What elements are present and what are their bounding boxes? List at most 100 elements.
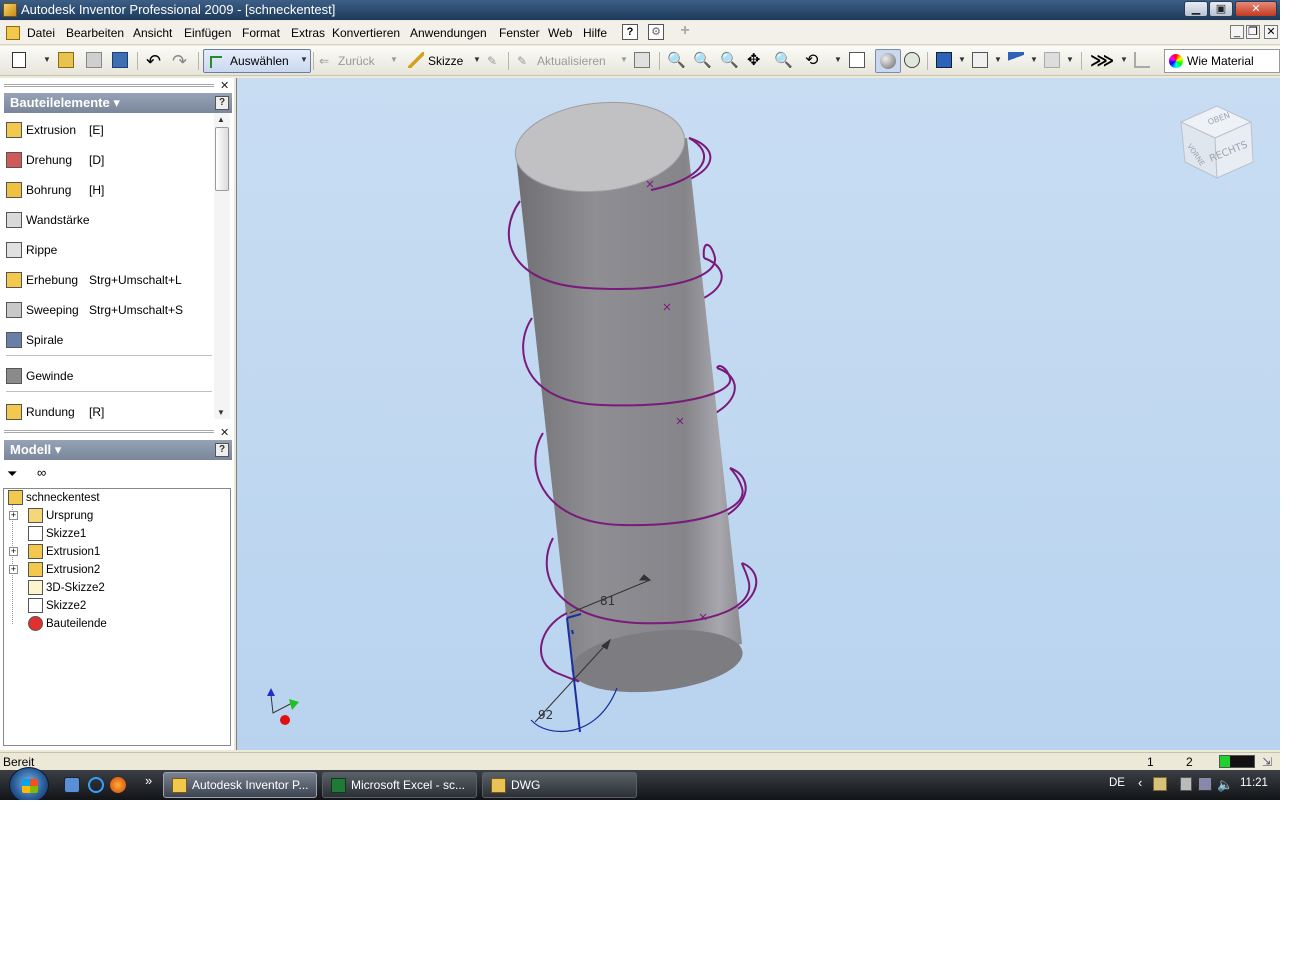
firefox-icon[interactable] xyxy=(110,777,126,793)
zoom-all-icon[interactable]: 🔍 xyxy=(667,51,686,71)
zoom-selected-icon[interactable]: 🔍 xyxy=(774,51,793,71)
quicklaunch-more-icon[interactable]: » xyxy=(145,773,152,788)
model-help-icon[interactable]: ? xyxy=(215,443,229,457)
orbit-dropdown-icon[interactable]: ▼ xyxy=(834,55,842,64)
menu-hilfe[interactable]: Hilfe xyxy=(583,26,607,40)
menu-anwendungen[interactable]: Anwendungen xyxy=(410,26,487,40)
features-panel-title[interactable]: Bauteilelemente ▾ xyxy=(10,95,120,110)
redo-icon[interactable]: ↷ xyxy=(172,51,187,71)
task-excel[interactable]: Microsoft Excel - sc... xyxy=(322,772,477,798)
select-label[interactable]: Auswählen xyxy=(230,51,289,71)
section-dropdown-icon[interactable]: ▼ xyxy=(1030,55,1038,64)
orbit-icon[interactable]: ⟲ xyxy=(805,51,818,71)
close-button[interactable]: ✕ xyxy=(1235,1,1277,17)
sketch-label[interactable]: Skizze xyxy=(428,51,463,71)
select-dropdown-icon[interactable]: ▼ xyxy=(300,55,308,64)
back-dropdown-icon[interactable]: ▼ xyxy=(390,55,398,64)
update-label[interactable]: Aktualisieren xyxy=(537,51,606,71)
doc-restore-button[interactable]: ❐ xyxy=(1246,25,1260,39)
network-icon[interactable] xyxy=(1198,777,1212,791)
help-icon[interactable]: ? xyxy=(622,24,638,40)
scrollbar-thumb[interactable] xyxy=(215,127,229,191)
material-select[interactable]: Wie Material xyxy=(1164,49,1280,73)
zoom-window-icon[interactable]: 🔍 xyxy=(693,51,712,71)
new-dropdown-icon[interactable]: ▼ xyxy=(43,55,51,64)
expand-icon[interactable]: + xyxy=(9,547,18,556)
open-folder-icon[interactable] xyxy=(58,51,77,71)
camera-dropdown-icon[interactable]: ▼ xyxy=(958,55,966,64)
return-icon[interactable]: ✎ xyxy=(487,51,497,71)
doc-close-button[interactable]: ✕ xyxy=(1264,25,1278,39)
model-panel-grip[interactable] xyxy=(4,430,214,433)
minimize-button[interactable]: ▁ xyxy=(1184,1,1208,17)
menu-einfuegen[interactable]: Einfügen xyxy=(184,26,231,40)
internet-explorer-icon[interactable] xyxy=(88,777,104,793)
task-dwg-folder[interactable]: DWG xyxy=(482,772,637,798)
model-panel-close-icon[interactable]: ✕ xyxy=(220,426,229,439)
tray-expand-icon[interactable]: ‹ xyxy=(1138,775,1142,790)
back-label[interactable]: Zurück xyxy=(338,51,375,71)
model-panel-title[interactable]: Modell ▾ xyxy=(10,442,61,457)
show-desktop-icon[interactable] xyxy=(64,777,80,793)
document-icon[interactable] xyxy=(6,26,20,40)
update-dropdown-icon[interactable]: ▼ xyxy=(620,55,628,64)
zoom-icon[interactable]: 🔍 xyxy=(720,51,739,71)
menu-datei[interactable]: Datei xyxy=(27,26,55,40)
maximize-button[interactable]: ▣ xyxy=(1209,1,1233,17)
clock[interactable]: 11:21 xyxy=(1240,777,1268,789)
shaded-display-icon[interactable] xyxy=(875,49,901,73)
flat-pattern-icon[interactable] xyxy=(1134,51,1153,71)
features-panel-header[interactable]: Bauteilelemente ▾ ? xyxy=(4,93,232,113)
shadow-dropdown-icon[interactable]: ▼ xyxy=(994,55,1002,64)
tray-device-icon[interactable] xyxy=(1180,777,1192,791)
menu-konvertieren[interactable]: Konvertieren xyxy=(332,26,400,40)
cylinder-body[interactable] xyxy=(511,94,746,699)
expand-icon[interactable]: + xyxy=(9,511,18,520)
filter-icon[interactable]: ⏷ xyxy=(7,466,17,482)
features-help-icon[interactable]: ? xyxy=(215,96,229,110)
add-icon[interactable]: + xyxy=(677,23,693,40)
features-panel-close-icon[interactable]: ✕ xyxy=(220,79,229,92)
menu-ansicht[interactable]: Ansicht xyxy=(133,26,172,40)
undo-icon[interactable]: ↶ xyxy=(146,51,161,71)
menu-web[interactable]: Web xyxy=(548,26,572,40)
sheet-dropdown-icon[interactable]: ▼ xyxy=(1120,55,1128,64)
features-scrollbar[interactable]: ▲ ▼ xyxy=(214,113,230,419)
model-panel-header[interactable]: Modell ▾ ? xyxy=(4,440,232,460)
task-inventor[interactable]: Autodesk Inventor P... xyxy=(163,772,317,798)
menu-format[interactable]: Format xyxy=(242,26,280,40)
menu-fenster[interactable]: Fenster xyxy=(499,26,540,40)
expand-icon[interactable]: + xyxy=(9,565,18,574)
scroll-down-icon[interactable]: ▼ xyxy=(217,408,225,417)
menu-extras[interactable]: Extras xyxy=(291,26,325,40)
scroll-up-icon[interactable]: ▲ xyxy=(217,115,225,124)
section-view-icon[interactable] xyxy=(1008,51,1027,71)
hidden-edge-display-icon[interactable] xyxy=(904,51,923,71)
features-panel-grip[interactable] xyxy=(4,84,214,87)
resize-grip-icon[interactable]: ⇲ xyxy=(1262,753,1272,771)
perspective-camera-icon[interactable] xyxy=(936,51,955,71)
look-at-icon[interactable] xyxy=(849,51,868,71)
project-icon[interactable] xyxy=(86,51,105,71)
save-icon[interactable] xyxy=(112,51,131,71)
sheet-metal-icon[interactable]: ⋙ xyxy=(1090,51,1114,71)
new-file-icon[interactable] xyxy=(12,51,29,71)
dimension-81[interactable]: 81 xyxy=(600,594,615,608)
design-doctor-icon[interactable] xyxy=(1044,51,1063,71)
start-button[interactable] xyxy=(9,767,49,800)
viewcube[interactable]: OBEN VORNE RECHTS xyxy=(1179,105,1254,179)
whats-this-icon[interactable]: ⚙ xyxy=(648,24,664,40)
doctor-dropdown-icon[interactable]: ▼ xyxy=(1066,55,1074,64)
find-binoculars-icon[interactable]: ∞ xyxy=(37,465,46,480)
pan-icon[interactable]: ✥ xyxy=(747,51,760,71)
volume-icon[interactable]: 🔈 xyxy=(1217,777,1233,793)
graphics-viewport[interactable]: 81 92 OBEN VORNE RECHTS xyxy=(236,78,1280,750)
menu-bearbeiten[interactable]: Bearbeiten xyxy=(66,26,124,40)
dimension-92[interactable]: 92 xyxy=(538,708,553,722)
ground-shadow-icon[interactable] xyxy=(972,51,991,71)
local-update-icon[interactable] xyxy=(634,51,653,71)
doc-minimize-button[interactable]: _ xyxy=(1230,25,1244,39)
sketch-dropdown-icon[interactable]: ▼ xyxy=(473,55,481,64)
tray-app-icon[interactable] xyxy=(1153,777,1167,791)
language-indicator[interactable]: DE xyxy=(1109,777,1125,789)
